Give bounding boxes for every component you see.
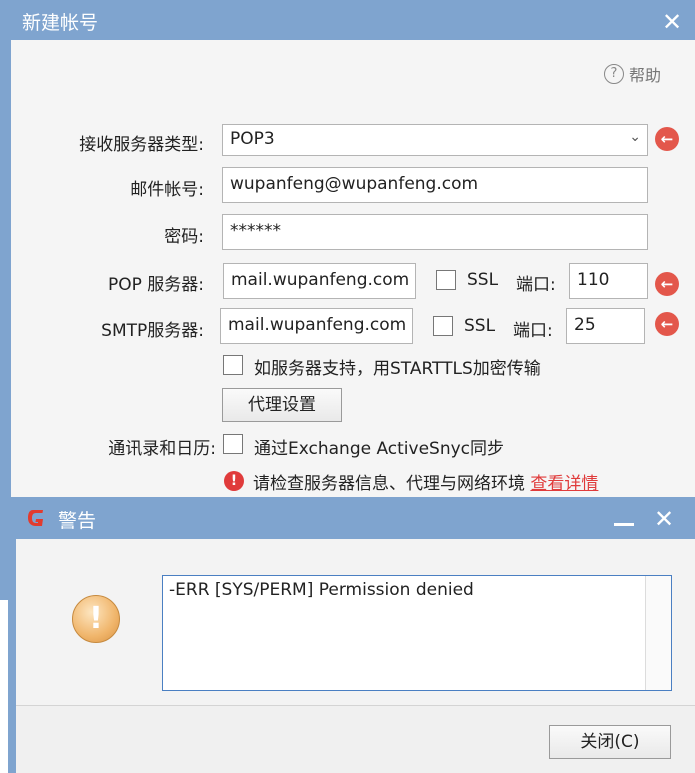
dialog-title-bar: 新建帐号 ✕ bbox=[0, 0, 695, 40]
smtp-ssl-checkbox[interactable] bbox=[433, 316, 453, 336]
pop-server-label: POP 服务器: bbox=[107, 275, 204, 295]
receive-type-select[interactable]: POP3 ⌄ bbox=[222, 124, 648, 156]
receive-type-label: 接收服务器类型: bbox=[79, 135, 204, 155]
warning-icon: ! bbox=[72, 595, 120, 643]
pop-server-field[interactable]: mail.wupanfeng.com bbox=[223, 263, 416, 299]
smtp-server-field[interactable]: mail.wupanfeng.com bbox=[220, 308, 413, 344]
activesync-checkbox[interactable] bbox=[223, 434, 243, 454]
alert-footer: 关闭(C) bbox=[16, 705, 695, 773]
pop-ssl-checkbox[interactable] bbox=[436, 270, 456, 290]
chevron-down-icon: ⌄ bbox=[629, 129, 641, 145]
alert-dialog: 警告 ✕ ! -ERR [SYS/PERM] Permission denied… bbox=[8, 497, 695, 773]
minimize-icon[interactable] bbox=[614, 523, 634, 526]
error-text: 请检查服务器信息、代理与网络环境 bbox=[253, 474, 525, 494]
smtp-port-field[interactable]: 25 bbox=[566, 308, 645, 344]
scrollbar[interactable] bbox=[645, 576, 671, 690]
alert-title-bar: 警告 ✕ bbox=[8, 497, 695, 539]
close-icon[interactable]: ✕ bbox=[652, 507, 676, 531]
close-icon[interactable]: ✕ bbox=[660, 10, 684, 34]
pop-port-label: 端口: bbox=[516, 275, 556, 295]
activesync-label: 通过Exchange ActiveSnyc同步 bbox=[254, 439, 505, 459]
help-link[interactable]: ? 帮助 bbox=[604, 62, 661, 86]
smtp-ssl-label: SSL bbox=[464, 316, 496, 336]
receive-type-value: POP3 bbox=[230, 129, 275, 149]
password-label: 密码: bbox=[164, 227, 204, 247]
account-label: 邮件帐号: bbox=[130, 180, 204, 200]
alert-title: 警告 bbox=[58, 510, 97, 532]
question-circle-icon: ? bbox=[604, 64, 624, 84]
close-button[interactable]: 关闭(C) bbox=[549, 725, 671, 759]
pop-port-field[interactable]: 110 bbox=[569, 263, 648, 299]
left-arrow-icon[interactable]: ← bbox=[655, 127, 679, 151]
app-logo-icon bbox=[28, 510, 43, 526]
password-field[interactable]: ****** bbox=[222, 214, 648, 250]
error-icon: ! bbox=[224, 471, 244, 491]
error-message-text: -ERR [SYS/PERM] Permission denied bbox=[169, 580, 474, 600]
alert-body: ! -ERR [SYS/PERM] Permission denied 关闭(C… bbox=[16, 539, 695, 773]
pop-ssl-label: SSL bbox=[467, 270, 499, 290]
contacts-calendar-label: 通讯录和日历: bbox=[108, 439, 216, 459]
proxy-settings-button[interactable]: 代理设置 bbox=[222, 388, 342, 422]
left-arrow-icon[interactable]: ← bbox=[655, 312, 679, 336]
error-message-box[interactable]: -ERR [SYS/PERM] Permission denied bbox=[162, 575, 672, 691]
starttls-label: 如服务器支持，用STARTTLS加密传输 bbox=[254, 359, 541, 379]
smtp-server-label: SMTP服务器: bbox=[101, 321, 204, 341]
help-label: 帮助 bbox=[629, 66, 662, 85]
account-field[interactable]: wupanfeng@wupanfeng.com bbox=[222, 167, 648, 203]
smtp-port-label: 端口: bbox=[513, 321, 553, 341]
starttls-checkbox[interactable] bbox=[223, 355, 243, 375]
view-details-link[interactable]: 查看详情 bbox=[530, 474, 598, 494]
error-message: 请检查服务器信息、代理与网络环境 查看详情 bbox=[253, 469, 598, 494]
left-arrow-icon[interactable]: ← bbox=[655, 272, 679, 296]
dialog-title: 新建帐号 bbox=[22, 12, 99, 34]
